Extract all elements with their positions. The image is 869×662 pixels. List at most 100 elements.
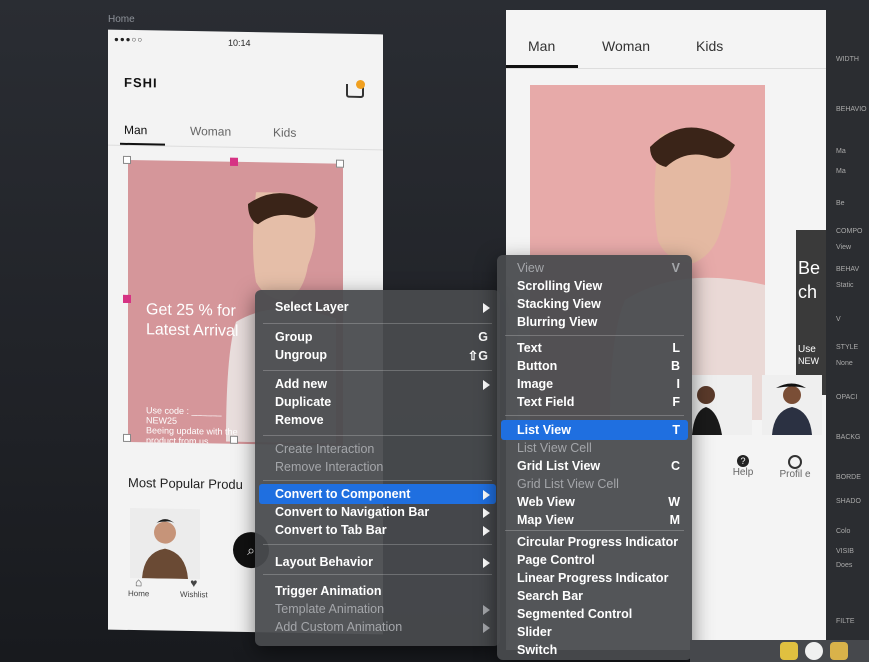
- menu-item-remove[interactable]: Remove: [275, 413, 324, 427]
- tab-kids[interactable]: Kids: [696, 38, 723, 54]
- menu-item-select-layer[interactable]: Select Layer: [275, 300, 349, 314]
- menu-item-convert-to-component[interactable]: Convert to Component: [275, 487, 410, 501]
- product-card[interactable]: [762, 375, 822, 435]
- nav-profile[interactable]: Profil e: [778, 455, 812, 480]
- menu-item-add-new[interactable]: Add new: [275, 377, 327, 391]
- status-time: 10:14: [228, 37, 251, 49]
- product-card[interactable]: [130, 507, 200, 580]
- submenu-item-list-view[interactable]: List View: [517, 423, 571, 437]
- submenu-item-grid-list-view[interactable]: Grid List View: [517, 459, 600, 473]
- menu-shortcut: M: [669, 513, 680, 527]
- submenu-item-stacking-view[interactable]: Stacking View: [517, 297, 601, 311]
- help-icon: ?: [737, 455, 749, 467]
- tab-woman[interactable]: Woman: [602, 38, 650, 54]
- submenu-item-page-control[interactable]: Page Control: [517, 553, 595, 567]
- submenu-item-scrolling-view[interactable]: Scrolling View: [517, 279, 602, 293]
- menu-item-group[interactable]: Group: [275, 330, 313, 344]
- heart-icon: ♥: [190, 576, 198, 591]
- submenu-arrow-icon: [483, 490, 490, 500]
- artboard-title[interactable]: Home: [108, 14, 135, 25]
- inspector-value[interactable]: View: [836, 244, 851, 251]
- menu-item-ungroup[interactable]: Ungroup: [275, 348, 327, 362]
- tab-man[interactable]: Man: [528, 38, 555, 54]
- menu-item-template-animation[interactable]: Template Animation: [275, 602, 384, 616]
- profile-icon: [788, 455, 802, 469]
- product-photo: [692, 386, 722, 435]
- nav-wishlist-label: Wishlist: [180, 589, 208, 600]
- context-menu: Select Layer Group G Ungroup ⇧G Add new Duplic…: [255, 290, 500, 646]
- menu-separator: [263, 323, 492, 324]
- selection-handle[interactable]: [123, 294, 131, 304]
- menu-shortcut: G: [478, 330, 488, 344]
- nav-home[interactable]: ⌂ Home: [128, 575, 149, 598]
- inspector-checkbox[interactable]: Ma: [836, 168, 846, 175]
- selection-handle[interactable]: [230, 435, 238, 444]
- menu-item-add-custom-animation[interactable]: Add Custom Animation: [275, 620, 402, 634]
- nav-wishlist[interactable]: ♥ Wishlist: [180, 576, 208, 599]
- menu-item-duplicate[interactable]: Duplicate: [275, 395, 331, 409]
- selection-handle[interactable]: [230, 157, 238, 166]
- submenu-arrow-icon: [483, 380, 490, 390]
- inspector-value[interactable]: V: [836, 316, 841, 323]
- menu-item-remove-interaction[interactable]: Remove Interaction: [275, 460, 383, 474]
- tab-woman[interactable]: Woman: [190, 124, 231, 139]
- app-icon[interactable]: [780, 642, 798, 660]
- submenu-item-linear-progress-indicator[interactable]: Linear Progress Indicator: [517, 571, 668, 585]
- menu-separator: [505, 530, 684, 531]
- selection-handle[interactable]: [123, 155, 131, 165]
- tab-man[interactable]: Man: [124, 123, 147, 137]
- inspector-checkbox[interactable]: Ma: [836, 148, 846, 155]
- dock: [690, 640, 869, 662]
- menu-separator: [263, 480, 492, 481]
- inspector-value[interactable]: Colo: [836, 528, 850, 535]
- submenu-item-image[interactable]: Image: [517, 377, 553, 391]
- strip-text: Be: [798, 258, 821, 278]
- menu-item-layout-behavior[interactable]: Layout Behavior: [275, 555, 373, 569]
- inspector-label: COMPO: [836, 228, 863, 235]
- submenu-item-map-view[interactable]: Map View: [517, 513, 574, 527]
- submenu-item-slider[interactable]: Slider: [517, 625, 552, 639]
- product-photo: [772, 383, 812, 435]
- submenu-item-text[interactable]: Text: [517, 341, 542, 355]
- design-canvas[interactable]: Home ●●●○○ 10:14 FSHI Man Woman Kids Get…: [0, 0, 869, 662]
- nav-home-label: Home: [128, 588, 150, 599]
- selection-handle[interactable]: [123, 433, 131, 443]
- submenu-item-view[interactable]: View: [517, 261, 544, 275]
- app-icon[interactable]: [830, 642, 848, 660]
- nav-help[interactable]: ? Help: [728, 455, 758, 478]
- product-card[interactable]: [692, 375, 752, 435]
- menu-item-convert-to-navigation-bar[interactable]: Convert to Navigation Bar: [275, 505, 429, 519]
- submenu-item-segmented-control[interactable]: Segmented Control: [517, 607, 632, 621]
- inspector-value[interactable]: None: [836, 360, 853, 367]
- inspector-label: SHADO: [836, 498, 861, 505]
- selection-handle[interactable]: [336, 159, 344, 168]
- nav-help-label: Help: [732, 467, 754, 478]
- tab-kids[interactable]: Kids: [273, 125, 296, 139]
- signal-dots: ●●●○○: [114, 34, 144, 45]
- status-bar: ●●●○○ 10:14: [108, 30, 383, 57]
- submenu-item-blurring-view[interactable]: Blurring View: [517, 315, 597, 329]
- menu-separator: [505, 335, 684, 336]
- tab-underline: [506, 65, 578, 68]
- menu-item-convert-to-tab-bar[interactable]: Convert to Tab Bar: [275, 523, 387, 537]
- brand-logo: FSHI: [124, 74, 158, 91]
- submenu-arrow-icon: [483, 558, 490, 568]
- menu-item-trigger-animation[interactable]: Trigger Animation: [275, 584, 382, 598]
- inspector-value[interactable]: Does: [836, 562, 852, 569]
- submenu-item-text-field[interactable]: Text Field: [517, 395, 574, 409]
- section-title: Most Popular Produ: [128, 474, 243, 492]
- tab-underline: [120, 142, 165, 146]
- app-icon[interactable]: [805, 642, 823, 660]
- submenu-item-switch[interactable]: Switch: [517, 643, 557, 657]
- product-thumbnails: [692, 375, 826, 435]
- submenu-item-search-bar[interactable]: Search Bar: [517, 589, 583, 603]
- inspector-value[interactable]: Static: [836, 282, 854, 289]
- submenu-item-list-view-cell[interactable]: List View Cell: [517, 441, 592, 455]
- submenu-item-button[interactable]: Button: [517, 359, 557, 373]
- submenu-item-circular-progress-indicator[interactable]: Circular Progress Indicator: [517, 535, 678, 549]
- menu-shortcut: V: [671, 261, 680, 275]
- menu-item-create-interaction[interactable]: Create Interaction: [275, 442, 374, 456]
- inspector-label: OPACI: [836, 394, 858, 401]
- submenu-item-grid-list-view-cell[interactable]: Grid List View Cell: [517, 477, 619, 491]
- submenu-item-web-view[interactable]: Web View: [517, 495, 575, 509]
